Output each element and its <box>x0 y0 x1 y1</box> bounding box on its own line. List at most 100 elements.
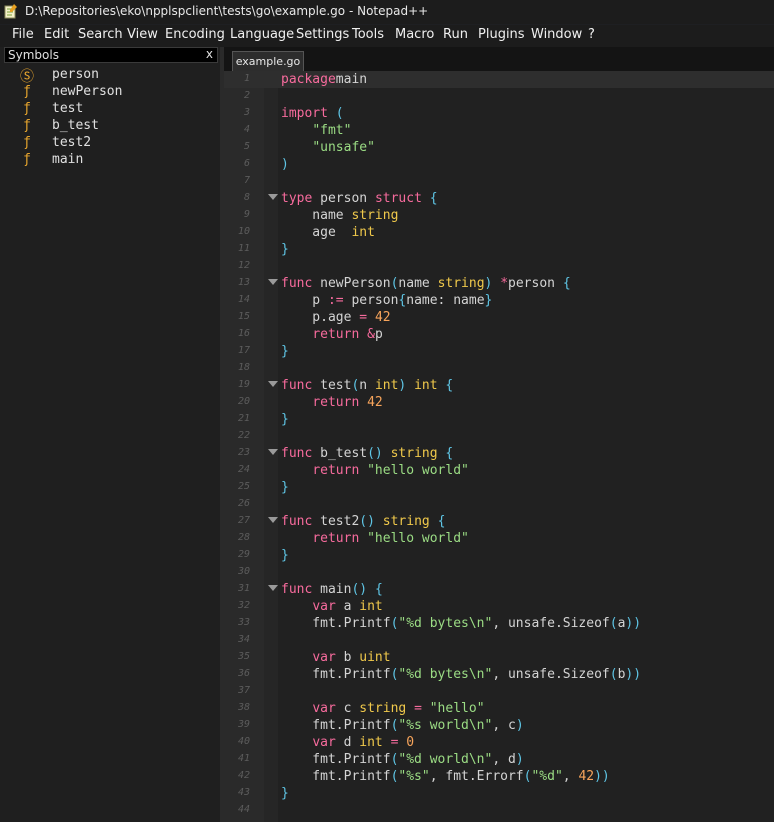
line-number: 27 <box>237 515 250 526</box>
title-bar: D:\Repositories\eko\npplspclient\tests\g… <box>0 0 774 24</box>
code-text: func newPerson(name string) *person { <box>281 276 571 291</box>
code-line[interactable]: 14 p := person{name: name} <box>224 292 774 309</box>
code-line[interactable]: 10 age int <box>224 224 774 241</box>
menu-plugins[interactable]: Plugins <box>478 27 525 42</box>
code-line[interactable]: 37 <box>224 683 774 700</box>
line-number: 16 <box>237 328 250 339</box>
code-line[interactable]: 33 fmt.Printf("%d bytes\n", unsafe.Sizeo… <box>224 615 774 632</box>
code-line[interactable]: 9 name string <box>224 207 774 224</box>
code-editor[interactable]: 1 packagemain 2 3 import (4 "fmt" 5 "unsafe" 6… <box>224 71 774 822</box>
code-line[interactable]: 16 return &p <box>224 326 774 343</box>
menu-view[interactable]: View <box>127 27 158 42</box>
line-number: 29 <box>237 549 250 560</box>
fold-toggle-icon[interactable] <box>268 449 278 455</box>
menu-window[interactable]: Window <box>531 27 582 42</box>
line-number: 38 <box>237 702 250 713</box>
code-line[interactable]: 34 <box>224 632 774 649</box>
code-line[interactable]: 21} <box>224 411 774 428</box>
code-line[interactable]: 28 return "hello world" <box>224 530 774 547</box>
function-icon: ƒ <box>23 152 31 167</box>
line-number: 31 <box>237 583 250 594</box>
menu-settings[interactable]: Settings <box>296 27 349 42</box>
menu-language[interactable]: Language <box>230 27 294 42</box>
code-line[interactable]: 42 fmt.Printf("%s", fmt.Errorf("%d", 42)… <box>224 768 774 785</box>
code-text: age int <box>281 225 375 240</box>
function-icon: ƒ <box>23 101 31 116</box>
code-line[interactable]: 19 func test(n int) int { <box>224 377 774 394</box>
code-line[interactable]: 24 return "hello world" <box>224 462 774 479</box>
line-number: 1 <box>243 73 250 84</box>
code-line[interactable]: 36 fmt.Printf("%d bytes\n", unsafe.Sizeo… <box>224 666 774 683</box>
code-text: } <box>281 412 289 427</box>
code-line[interactable]: 35 var b uint <box>224 649 774 666</box>
line-number: 15 <box>237 311 250 322</box>
code-line[interactable]: 22 <box>224 428 774 445</box>
code-line[interactable]: 4 "fmt" <box>224 122 774 139</box>
menu-search[interactable]: Search <box>78 27 123 42</box>
function-icon: ƒ <box>23 135 31 150</box>
code-text: fmt.Printf("%d world\n", d) <box>281 752 524 767</box>
fold-toggle-icon[interactable] <box>268 517 278 523</box>
menu-run[interactable]: Run <box>443 27 468 42</box>
fold-toggle-icon[interactable] <box>268 585 278 591</box>
code-text: } <box>281 344 289 359</box>
menu-help[interactable]: ? <box>588 27 595 42</box>
code-line[interactable]: 7 <box>224 173 774 190</box>
code-line[interactable]: 6) <box>224 156 774 173</box>
symbol-label: main <box>52 152 84 167</box>
code-line[interactable]: 26 <box>224 496 774 513</box>
code-text: fmt.Printf("%d bytes\n", unsafe.Sizeof(a… <box>281 616 642 631</box>
fold-toggle-icon[interactable] <box>268 279 278 285</box>
code-line[interactable]: 3 import ( <box>224 105 774 122</box>
fold-toggle-icon[interactable] <box>268 194 278 200</box>
code-line[interactable]: 5 "unsafe" <box>224 139 774 156</box>
code-line[interactable]: 18 <box>224 360 774 377</box>
menu-tools[interactable]: Tools <box>352 27 384 42</box>
code-text: packagemain <box>281 72 368 87</box>
line-number: 9 <box>243 209 250 220</box>
code-line[interactable]: 1 packagemain <box>224 71 774 88</box>
code-line[interactable]: 38 var c string = "hello" <box>224 700 774 717</box>
code-line[interactable]: 20 return 42 <box>224 394 774 411</box>
code-line[interactable]: 41 fmt.Printf("%d world\n", d) <box>224 751 774 768</box>
fold-toggle-icon[interactable] <box>268 381 278 387</box>
code-line[interactable]: 25} <box>224 479 774 496</box>
code-line[interactable]: 29} <box>224 547 774 564</box>
code-line[interactable]: 39 fmt.Printf("%s world\n", c) <box>224 717 774 734</box>
line-number: 39 <box>237 719 250 730</box>
symbols-panel-header: Symbols x <box>4 47 218 63</box>
line-number: 23 <box>237 447 250 458</box>
menu-file[interactable]: File <box>12 27 34 42</box>
line-number: 30 <box>237 566 250 577</box>
code-text: return &p <box>312 327 383 342</box>
line-number: 13 <box>237 277 250 288</box>
code-line[interactable]: 23 func b_test() string { <box>224 445 774 462</box>
notepad-plus-plus-icon <box>4 4 17 19</box>
code-line[interactable]: 2 <box>224 88 774 105</box>
line-number: 21 <box>237 413 250 424</box>
code-line[interactable]: 15 p.age = 42 <box>224 309 774 326</box>
menu-macro[interactable]: Macro <box>395 27 434 42</box>
code-line[interactable]: 8 type person struct { <box>224 190 774 207</box>
line-number: 24 <box>237 464 250 475</box>
menu-encoding[interactable]: Encoding <box>165 27 225 42</box>
code-line[interactable]: 40 var d int = 0 <box>224 734 774 751</box>
symbol-label: test <box>52 101 84 116</box>
code-line[interactable]: 43} <box>224 785 774 802</box>
code-line[interactable]: 17} <box>224 343 774 360</box>
code-line[interactable]: 44 <box>224 802 774 819</box>
tab-example-go[interactable]: example.go <box>232 51 304 71</box>
code-text: import ( <box>281 106 344 121</box>
symbols-panel-title: Symbols <box>8 48 59 62</box>
close-icon[interactable]: x <box>206 47 213 61</box>
menu-edit[interactable]: Edit <box>44 27 69 42</box>
code-line[interactable]: 13 func newPerson(name string) *person { <box>224 275 774 292</box>
code-line[interactable]: 30 <box>224 564 774 581</box>
code-line[interactable]: 11} <box>224 241 774 258</box>
code-line[interactable]: 12 <box>224 258 774 275</box>
code-line[interactable]: 31 func main() { <box>224 581 774 598</box>
line-number: 8 <box>243 192 250 203</box>
code-line[interactable]: 27 func test2() string { <box>224 513 774 530</box>
function-icon: ƒ <box>23 84 31 99</box>
code-line[interactable]: 32 var a int <box>224 598 774 615</box>
